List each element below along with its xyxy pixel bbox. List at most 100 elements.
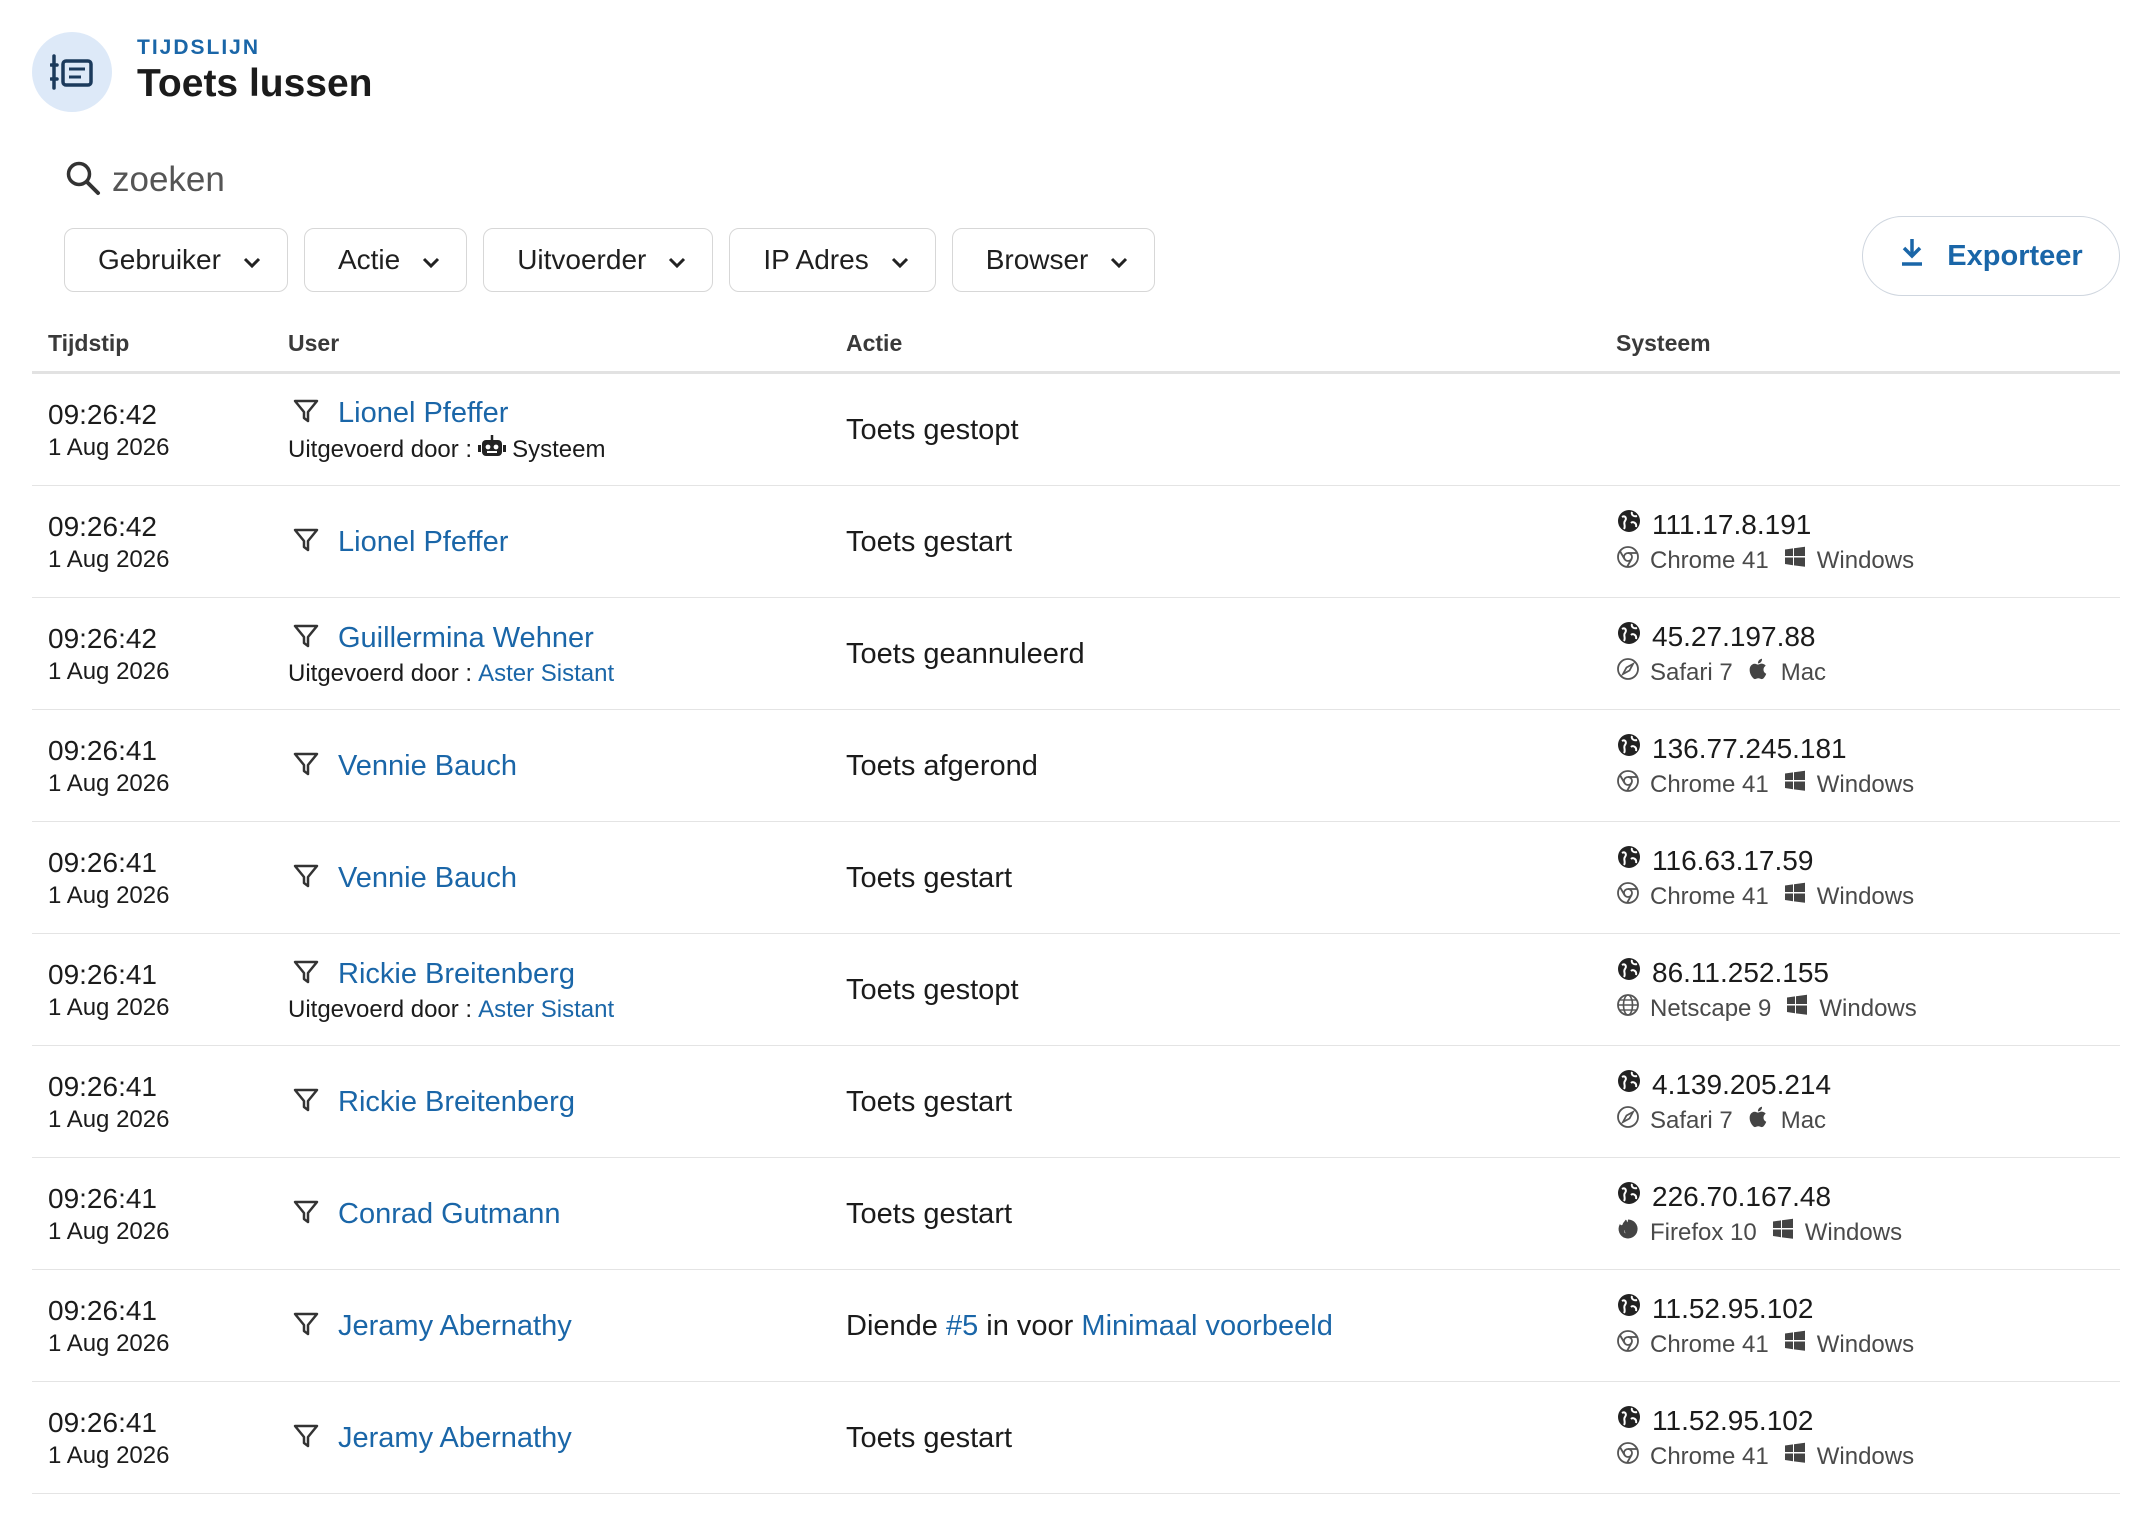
filter-dropdown-browser[interactable]: Browser xyxy=(951,228,1156,292)
time-cell: 09:26:42 1 Aug 2026 xyxy=(48,598,169,710)
environment: Chrome 41 Windows xyxy=(1616,1441,1914,1474)
user-link[interactable]: Jeramy Abernathy xyxy=(338,1307,572,1345)
globe-icon xyxy=(1616,1291,1652,1327)
os-name: Mac xyxy=(1780,659,1827,686)
chevron-down-icon xyxy=(646,244,686,276)
table-row: 09:26:41 1 Aug 2026 Rickie Breitenberg T… xyxy=(32,1046,2120,1158)
submission-link[interactable]: #5 xyxy=(946,1310,978,1342)
ip-address: 136.77.245.181 xyxy=(1652,732,1847,764)
user-link[interactable]: Vennie Bauch xyxy=(338,747,517,785)
column-header-action: Actie xyxy=(846,330,903,356)
filter-icon[interactable] xyxy=(288,1086,338,1119)
user-cell: Conrad Gutmann xyxy=(288,1158,560,1270)
robot-icon xyxy=(478,434,512,466)
user-link[interactable]: Jeramy Abernathy xyxy=(338,1419,572,1457)
user-link[interactable]: Guillermina Wehner xyxy=(338,619,594,657)
assignment-link[interactable]: Minimaal voorbeeld xyxy=(1081,1310,1332,1342)
time-cell: 09:26:41 1 Aug 2026 xyxy=(48,710,169,822)
export-button[interactable]: Exporteer xyxy=(1862,216,2120,296)
table-header: Tijdstip User Actie Systeem xyxy=(32,316,2120,374)
environment: Safari 7 Mac xyxy=(1616,1105,1831,1138)
os-name: Windows xyxy=(1816,1443,1915,1470)
filter-dropdown-ip-adres[interactable]: IP Adres xyxy=(729,228,936,292)
column-header-time: Tijdstip xyxy=(48,330,130,356)
action-text: Toets gestart xyxy=(846,1085,1013,1118)
filter-icon[interactable] xyxy=(288,1422,338,1455)
environment: Chrome 41 Windows xyxy=(1616,545,1914,578)
windows-icon xyxy=(1783,769,1817,802)
filter-icon[interactable] xyxy=(288,750,338,783)
system-name: Systeem xyxy=(512,436,606,463)
ip-address: 86.11.252.155 xyxy=(1652,956,1829,988)
environment: Chrome 41 Windows xyxy=(1616,769,1914,802)
performed-by-link[interactable]: Aster Sistant xyxy=(478,659,614,689)
system-cell: 11.52.95.102 Chrome 41 Windows xyxy=(1616,1270,1914,1382)
windows-icon xyxy=(1783,881,1817,914)
page: TIJDSLIJN Toets lussen Gebruiker Actie U… xyxy=(0,0,2152,1532)
user-link[interactable]: Vennie Bauch xyxy=(338,859,517,897)
filter-icon[interactable] xyxy=(288,526,338,559)
row-time: 09:26:41 xyxy=(48,1071,157,1102)
table-row: 09:26:41 1 Aug 2026 Jeramy Abernathy Toe… xyxy=(32,1382,2120,1494)
table-body: 09:26:42 1 Aug 2026 Lionel Pfeffer Uitge… xyxy=(32,374,2120,1494)
filter-label: Browser xyxy=(985,244,1089,275)
performed-by-link[interactable]: Aster Sistant xyxy=(478,995,614,1025)
user-cell: Rickie Breitenberg Uitgevoerd door : Ast… xyxy=(288,934,614,1046)
search-input[interactable] xyxy=(112,160,712,200)
user-link[interactable]: Lionel Pfeffer xyxy=(338,394,508,432)
row-date: 1 Aug 2026 xyxy=(48,434,170,461)
filter-icon[interactable] xyxy=(288,958,338,991)
performed-by-label: Uitgevoerd door : xyxy=(288,996,473,1023)
browser-name: Safari 7 xyxy=(1650,1107,1733,1134)
time-cell: 09:26:41 1 Aug 2026 xyxy=(48,822,169,934)
performed-by-label: Uitgevoerd door : xyxy=(288,660,473,687)
ip-address: 45.27.197.88 xyxy=(1652,620,1816,652)
filter-icon[interactable] xyxy=(288,622,338,655)
user-cell: Lionel Pfeffer xyxy=(288,486,508,598)
os-name: Windows xyxy=(1816,547,1915,574)
column-header-user: User xyxy=(288,330,340,356)
os-name: Windows xyxy=(1816,883,1915,910)
timeline-icon xyxy=(32,32,112,112)
filter-icon[interactable] xyxy=(288,397,338,430)
filter-icon[interactable] xyxy=(288,1310,338,1343)
action-text: Toets afgerond xyxy=(846,749,1038,782)
user-link[interactable]: Rickie Breitenberg xyxy=(338,1083,575,1121)
filter-bar: Gebruiker Actie Uitvoerder IP Adres Brow… xyxy=(64,228,1171,292)
firefox-icon xyxy=(1616,1217,1650,1250)
filter-icon[interactable] xyxy=(288,1198,338,1231)
action-text: Toets gestopt xyxy=(846,413,1019,446)
user-link[interactable]: Rickie Breitenberg xyxy=(338,955,575,993)
table-row: 09:26:41 1 Aug 2026 Conrad Gutmann Toets… xyxy=(32,1158,2120,1270)
row-date: 1 Aug 2026 xyxy=(48,1106,170,1133)
table-row: 09:26:41 1 Aug 2026 Rickie Breitenberg U… xyxy=(32,934,2120,1046)
globe-icon xyxy=(1616,843,1652,879)
chevron-down-icon xyxy=(221,244,261,276)
time-cell: 09:26:41 1 Aug 2026 xyxy=(48,1158,169,1270)
globe-icon xyxy=(1616,1179,1652,1215)
apple-icon xyxy=(1747,657,1781,690)
windows-icon xyxy=(1783,1441,1817,1474)
user-link[interactable]: Conrad Gutmann xyxy=(338,1195,560,1233)
filter-dropdown-uitvoerder[interactable]: Uitvoerder xyxy=(483,228,714,292)
apple-icon xyxy=(1747,1105,1781,1138)
action-cell: Toets gestart xyxy=(846,1046,1012,1158)
system-cell: 45.27.197.88 Safari 7 Mac xyxy=(1616,598,1826,710)
filter-dropdown-gebruiker[interactable]: Gebruiker xyxy=(64,228,288,292)
row-date: 1 Aug 2026 xyxy=(48,1330,170,1357)
row-date: 1 Aug 2026 xyxy=(48,770,170,797)
chevron-down-icon xyxy=(869,244,909,276)
environment: Firefox 10 Windows xyxy=(1616,1217,1902,1250)
globe-icon xyxy=(1616,731,1652,767)
action-cell: Diende #5 in voor Minimaal voorbeeld xyxy=(846,1270,1333,1382)
action-cell: Toets geannuleerd xyxy=(846,598,1085,710)
browser-name: Chrome 41 xyxy=(1650,883,1769,910)
filter-dropdown-actie[interactable]: Actie xyxy=(303,228,468,292)
filter-icon[interactable] xyxy=(288,862,338,895)
action-cell: Toets gestopt xyxy=(846,374,1019,486)
chevron-down-icon xyxy=(1088,244,1128,276)
ip-address: 4.139.205.214 xyxy=(1652,1068,1832,1100)
action-cell: Toets gestart xyxy=(846,822,1012,934)
user-link[interactable]: Lionel Pfeffer xyxy=(338,523,508,561)
user-cell: Jeramy Abernathy xyxy=(288,1270,572,1382)
